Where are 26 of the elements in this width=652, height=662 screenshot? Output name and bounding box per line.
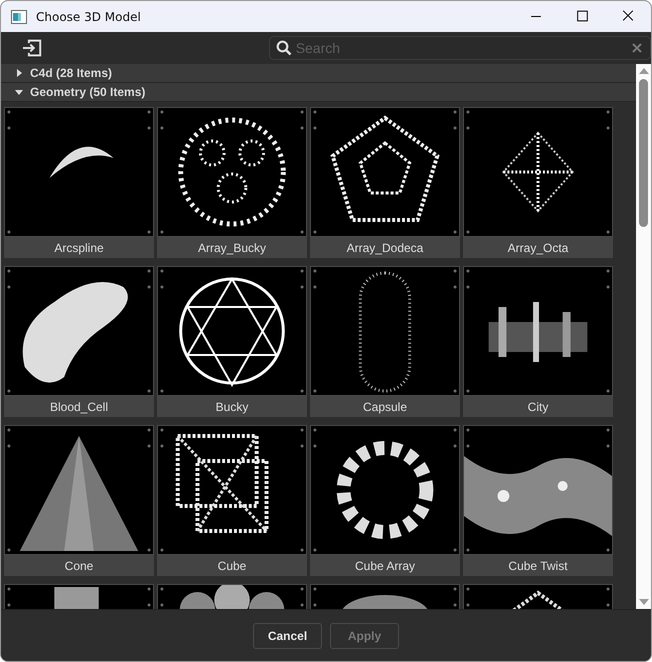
app-icon: [11, 10, 27, 24]
dialog-button[interactable]: Cancel: [253, 622, 322, 648]
scroll-up-icon[interactable]: [638, 67, 650, 75]
collapse-icon: [15, 87, 23, 97]
clear-icon[interactable]: [632, 43, 642, 53]
import-icon[interactable]: [22, 39, 42, 57]
scroll-down-icon[interactable]: [638, 598, 650, 606]
scrollbar[interactable]: [636, 64, 651, 609]
model-name: Cube Array: [310, 555, 460, 576]
model-name: Arcspline: [4, 237, 154, 258]
model-name: Capsule: [310, 396, 460, 417]
model-name: Blood_Cell: [4, 396, 154, 417]
model-name: Cube: [157, 555, 307, 576]
search-icon: [276, 40, 292, 56]
window-title: Choose 3D Model: [36, 10, 142, 24]
scroll-thumb[interactable]: [639, 79, 648, 227]
model-name: City: [463, 396, 613, 417]
model-name: Array_Octa: [463, 237, 613, 258]
model-name: Cone: [4, 555, 154, 576]
model-name: Cube Twist: [463, 555, 613, 576]
model-name: Bucky: [157, 396, 307, 417]
section-header[interactable]: C4d (28 Items): [1, 64, 636, 83]
section-header[interactable]: Geometry (50 Items): [1, 83, 636, 102]
model-name: Array_Bucky: [157, 237, 307, 258]
expand-icon: [15, 68, 23, 78]
model-name: Array_Dodeca: [310, 237, 460, 258]
